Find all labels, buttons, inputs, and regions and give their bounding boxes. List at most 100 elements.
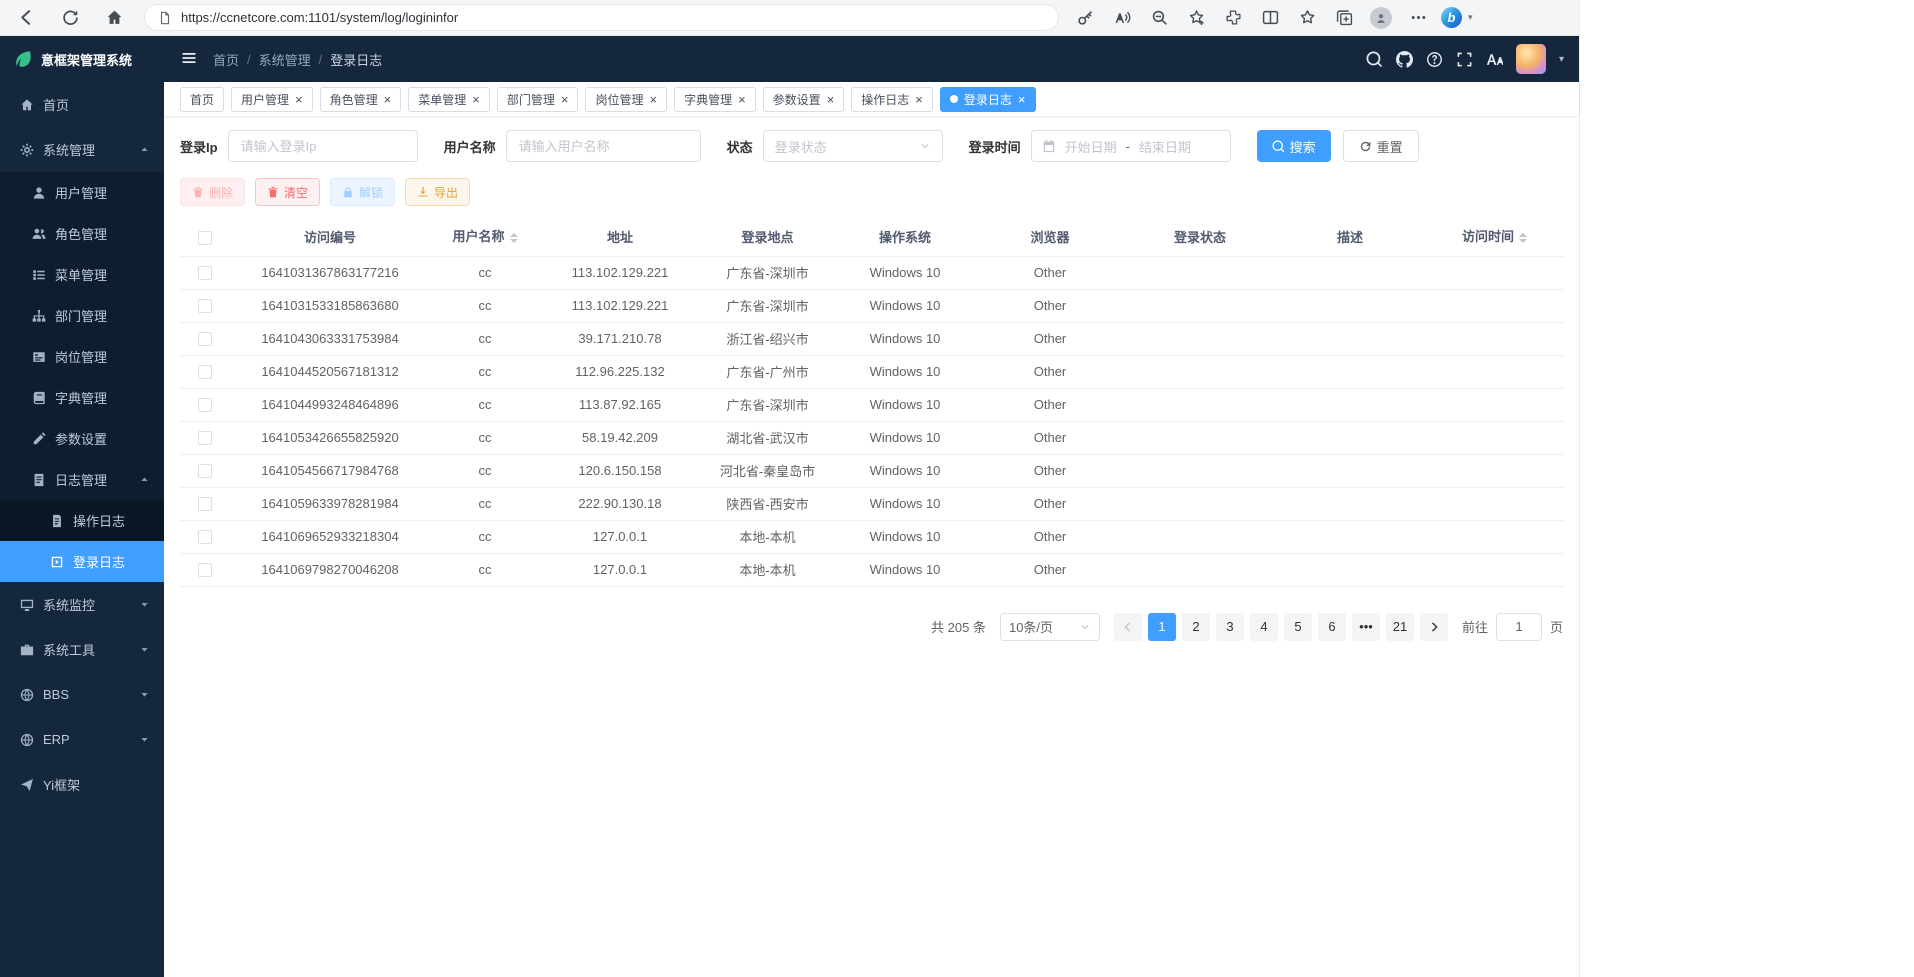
- sidebar-item-yi-frame[interactable]: Yi框架: [0, 762, 164, 807]
- font-size-button[interactable]: [1486, 51, 1503, 68]
- goto-page-input[interactable]: [1496, 613, 1542, 641]
- sidebar-item-login-log[interactable]: 登录日志: [0, 541, 164, 582]
- tab-login-log[interactable]: 登录日志×: [940, 87, 1036, 112]
- delete-button[interactable]: 删除: [180, 178, 245, 206]
- sidebar-item-home[interactable]: 首页: [0, 82, 164, 127]
- reset-button[interactable]: 重置: [1343, 130, 1419, 162]
- collections-button[interactable]: [1330, 4, 1358, 32]
- search-button[interactable]: [1366, 51, 1383, 68]
- row-checkbox[interactable]: [198, 332, 212, 346]
- read-aloud-button[interactable]: [1108, 4, 1136, 32]
- sidebar-item-erp[interactable]: ERP: [0, 717, 164, 762]
- page-button-1[interactable]: 1: [1148, 613, 1176, 641]
- unlock-button[interactable]: 解锁: [330, 178, 395, 206]
- sidebar-item-operation-log[interactable]: 操作日志: [0, 500, 164, 541]
- key-button[interactable]: [1071, 4, 1099, 32]
- sidebar-item-post-manage[interactable]: 岗位管理: [0, 336, 164, 377]
- status-select[interactable]: 登录状态: [763, 130, 943, 162]
- close-icon[interactable]: ×: [295, 93, 303, 106]
- sidebar-item-dict-manage[interactable]: 字典管理: [0, 377, 164, 418]
- sidebar-item-bbs[interactable]: BBS: [0, 672, 164, 717]
- question-button[interactable]: [1426, 51, 1443, 68]
- collapse-sidebar-button[interactable]: [179, 49, 199, 69]
- tab-menu-manage[interactable]: 菜单管理×: [408, 87, 490, 112]
- close-icon[interactable]: ×: [915, 93, 923, 106]
- row-checkbox[interactable]: [198, 266, 212, 280]
- chevron-right-icon: [1428, 621, 1440, 633]
- row-checkbox[interactable]: [198, 431, 212, 445]
- clear-button[interactable]: 清空: [255, 178, 320, 206]
- page-button-2[interactable]: 2: [1182, 613, 1210, 641]
- extensions-button[interactable]: [1219, 4, 1247, 32]
- close-icon[interactable]: ×: [384, 93, 392, 106]
- tab-param-settings[interactable]: 参数设置×: [763, 87, 845, 112]
- sidebar-item-menu-manage[interactable]: 菜单管理: [0, 254, 164, 295]
- github-button[interactable]: [1396, 51, 1413, 68]
- search-button[interactable]: 搜索: [1257, 130, 1331, 162]
- browser-home-button[interactable]: [100, 4, 128, 32]
- tab-user-manage[interactable]: 用户管理×: [231, 87, 313, 112]
- tab-role-manage[interactable]: 角色管理×: [320, 87, 402, 112]
- copilot-caret-icon[interactable]: ▾: [1468, 12, 1473, 23]
- tab-home[interactable]: 首页: [180, 87, 224, 112]
- row-checkbox[interactable]: [198, 299, 212, 313]
- row-checkbox[interactable]: [198, 497, 212, 511]
- user-avatar[interactable]: [1516, 44, 1546, 74]
- close-icon[interactable]: ×: [561, 93, 569, 106]
- sidebar-item-system-tools[interactable]: 系统工具: [0, 627, 164, 672]
- row-checkbox[interactable]: [198, 530, 212, 544]
- select-all-checkbox[interactable]: [198, 231, 212, 245]
- row-checkbox[interactable]: [198, 365, 212, 379]
- tab-dict-manage[interactable]: 字典管理×: [674, 87, 756, 112]
- row-checkbox[interactable]: [198, 398, 212, 412]
- page-button-6[interactable]: 6: [1318, 613, 1346, 641]
- sidebar-item-system-monitor[interactable]: 系统监控: [0, 582, 164, 627]
- split-screen-button[interactable]: [1256, 4, 1284, 32]
- page-button-21[interactable]: 21: [1386, 613, 1414, 641]
- sidebar-item-system-manage[interactable]: 系统管理: [0, 127, 164, 172]
- next-page-button[interactable]: [1420, 613, 1448, 641]
- browser-refresh-button[interactable]: [56, 4, 84, 32]
- login-ip-input[interactable]: [228, 130, 418, 162]
- user-name-input[interactable]: [506, 130, 701, 162]
- sidebar-item-dept-manage[interactable]: 部门管理: [0, 295, 164, 336]
- row-checkbox[interactable]: [198, 464, 212, 478]
- page-button-4[interactable]: 4: [1250, 613, 1278, 641]
- close-icon[interactable]: ×: [472, 93, 480, 106]
- breadcrumb-item[interactable]: 系统管理: [259, 50, 311, 69]
- browser-menu-button[interactable]: [1404, 4, 1432, 32]
- column-header-user[interactable]: 用户名称: [430, 218, 540, 256]
- sort-icon[interactable]: [1519, 229, 1527, 247]
- sidebar-item-user-manage[interactable]: 用户管理: [0, 172, 164, 213]
- address-bar[interactable]: https://ccnetcore.com:1101/system/log/lo…: [144, 4, 1059, 31]
- date-range-picker[interactable]: 开始日期 - 结束日期: [1031, 130, 1231, 162]
- page-button-5[interactable]: 5: [1284, 613, 1312, 641]
- page-size-select[interactable]: 10条/页: [1000, 613, 1100, 641]
- fullscreen-button[interactable]: [1456, 51, 1473, 68]
- sort-icon[interactable]: [510, 229, 518, 247]
- tab-post-manage[interactable]: 岗位管理×: [585, 87, 667, 112]
- close-icon[interactable]: ×: [827, 93, 835, 106]
- close-icon[interactable]: ×: [738, 93, 746, 106]
- favorites-bar-button[interactable]: [1293, 4, 1321, 32]
- breadcrumb-item[interactable]: 登录日志: [330, 50, 382, 69]
- column-header-time[interactable]: 访问时间: [1425, 218, 1564, 256]
- close-icon[interactable]: ×: [1018, 93, 1026, 106]
- breadcrumb-item[interactable]: 首页: [213, 50, 239, 69]
- row-checkbox[interactable]: [198, 563, 212, 577]
- close-icon[interactable]: ×: [649, 93, 657, 106]
- tab-operation-log[interactable]: 操作日志×: [851, 87, 933, 112]
- prev-page-button[interactable]: [1114, 613, 1142, 641]
- more-pages-button[interactable]: •••: [1352, 613, 1380, 641]
- favorite-add-button[interactable]: [1182, 4, 1210, 32]
- tab-dept-manage[interactable]: 部门管理×: [497, 87, 579, 112]
- sidebar-item-role-manage[interactable]: 角色管理: [0, 213, 164, 254]
- profile-button[interactable]: [1367, 4, 1395, 32]
- browser-back-button[interactable]: [12, 4, 40, 32]
- page-button-3[interactable]: 3: [1216, 613, 1244, 641]
- copilot-bing-icon[interactable]: b: [1441, 7, 1462, 28]
- sidebar-item-log-manage[interactable]: 日志管理: [0, 459, 164, 500]
- export-button[interactable]: 导出: [405, 178, 470, 206]
- zoom-button[interactable]: [1145, 4, 1173, 32]
- sidebar-item-param-settings[interactable]: 参数设置: [0, 418, 164, 459]
